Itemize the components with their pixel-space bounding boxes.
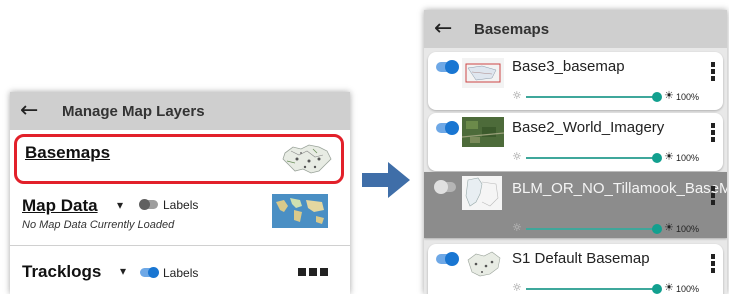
kebab-menu-icon[interactable] <box>711 254 715 273</box>
slider-thumb[interactable] <box>652 224 662 234</box>
slider-thumb[interactable] <box>652 153 662 163</box>
tracklogs-menu-icon[interactable] <box>298 268 328 276</box>
toggle-knob <box>148 267 159 278</box>
basemap-visibility-toggle[interactable] <box>436 252 459 266</box>
brightness-high-sun-icon: ☀ <box>664 281 674 294</box>
basemaps-title: Basemaps <box>474 20 550 38</box>
manage-layers-header: ← Manage Map Layers <box>10 92 350 130</box>
basemap-item[interactable]: BLM_OR_NO_Tillamook_BaseMap ☼ ☀ 100% <box>424 172 727 238</box>
manage-layers-title: Manage Map Layers <box>62 102 205 120</box>
basemap-item[interactable]: Base2_World_Imagery ☼ ☀ 100% <box>428 113 723 171</box>
brightness-low-sun-icon: ☼ <box>512 89 522 102</box>
flow-arrow-right-icon <box>362 162 410 198</box>
basemaps-row[interactable]: Basemaps <box>14 134 344 184</box>
basemap-name: Base2_World_Imagery <box>512 119 665 136</box>
opacity-slider[interactable] <box>526 224 662 234</box>
opacity-slider[interactable] <box>526 92 662 102</box>
kebab-menu-icon[interactable] <box>711 62 715 81</box>
opacity-slider[interactable] <box>526 284 662 294</box>
basemap-thumbnail-icon <box>462 58 504 88</box>
basemaps-panel: ← Basemaps Base3_basemap ☼ ☀ 100% Base2_… <box>424 10 727 294</box>
basemap-thumbnail-icon <box>462 176 502 210</box>
basemap-name: BLM_OR_NO_Tillamook_BaseMap <box>512 180 727 197</box>
manage-map-layers-panel: ← Manage Map Layers Basemaps Map Data ▾ … <box>10 92 350 294</box>
brightness-low-sun-icon: ☼ <box>512 281 522 294</box>
basemap-thumbnail-icon <box>462 117 504 147</box>
opacity-slider[interactable] <box>526 153 662 163</box>
opacity-percent: 100% <box>676 153 700 163</box>
slider-thumb[interactable] <box>652 284 662 294</box>
basemap-thumbnail-icon <box>462 250 504 280</box>
toggle-knob <box>445 252 459 266</box>
map-data-thumbnail-icon <box>272 194 328 228</box>
slider-thumb[interactable] <box>652 92 662 102</box>
kebab-menu-icon[interactable] <box>711 186 715 205</box>
basemaps-link[interactable]: Basemaps <box>25 143 110 163</box>
brightness-high-sun-icon: ☀ <box>664 150 674 163</box>
basemap-thumbnail-icon <box>282 144 332 174</box>
map-data-labels-toggle[interactable] <box>139 199 158 210</box>
opacity-percent: 100% <box>676 92 700 102</box>
map-data-row: Map Data ▾ Labels No Map Data Currently … <box>10 188 350 246</box>
opacity-percent: 100% <box>676 224 700 234</box>
brightness-high-sun-icon: ☀ <box>664 221 674 234</box>
basemap-visibility-toggle[interactable] <box>436 121 459 135</box>
back-arrow-icon[interactable]: ← <box>434 18 462 40</box>
toggle-knob <box>139 199 150 210</box>
kebab-menu-icon[interactable] <box>711 123 715 142</box>
tracklogs-labels-text: Labels <box>163 266 199 280</box>
map-data-subtitle: No Map Data Currently Loaded <box>22 219 175 231</box>
basemap-visibility-toggle[interactable] <box>436 60 459 74</box>
basemap-name: S1 Default Basemap <box>512 250 650 267</box>
brightness-low-sun-icon: ☼ <box>512 221 522 234</box>
basemap-item[interactable]: S1 Default Basemap ☼ ☀ 100% <box>428 244 723 294</box>
opacity-percent: 100% <box>676 284 700 294</box>
toggle-knob <box>434 180 448 194</box>
tracklogs-title[interactable]: Tracklogs <box>22 262 101 282</box>
map-data-labels-text: Labels <box>163 198 199 212</box>
brightness-low-sun-icon: ☼ <box>512 150 522 163</box>
basemap-item[interactable]: Base3_basemap ☼ ☀ 100% <box>428 52 723 110</box>
basemap-visibility-toggle[interactable] <box>434 180 456 194</box>
back-arrow-icon[interactable]: ← <box>20 100 48 122</box>
brightness-high-sun-icon: ☀ <box>664 89 674 102</box>
toggle-knob <box>445 60 459 74</box>
map-data-title[interactable]: Map Data <box>22 196 98 216</box>
basemap-name: Base3_basemap <box>512 58 625 75</box>
toggle-knob <box>445 121 459 135</box>
basemaps-header: ← Basemaps <box>424 10 727 48</box>
tracklogs-chevron-down-icon[interactable]: ▾ <box>120 264 126 278</box>
tracklogs-labels-toggle[interactable] <box>140 267 159 278</box>
tracklogs-row: Tracklogs ▾ Labels <box>10 254 350 294</box>
map-data-chevron-down-icon[interactable]: ▾ <box>117 198 123 212</box>
